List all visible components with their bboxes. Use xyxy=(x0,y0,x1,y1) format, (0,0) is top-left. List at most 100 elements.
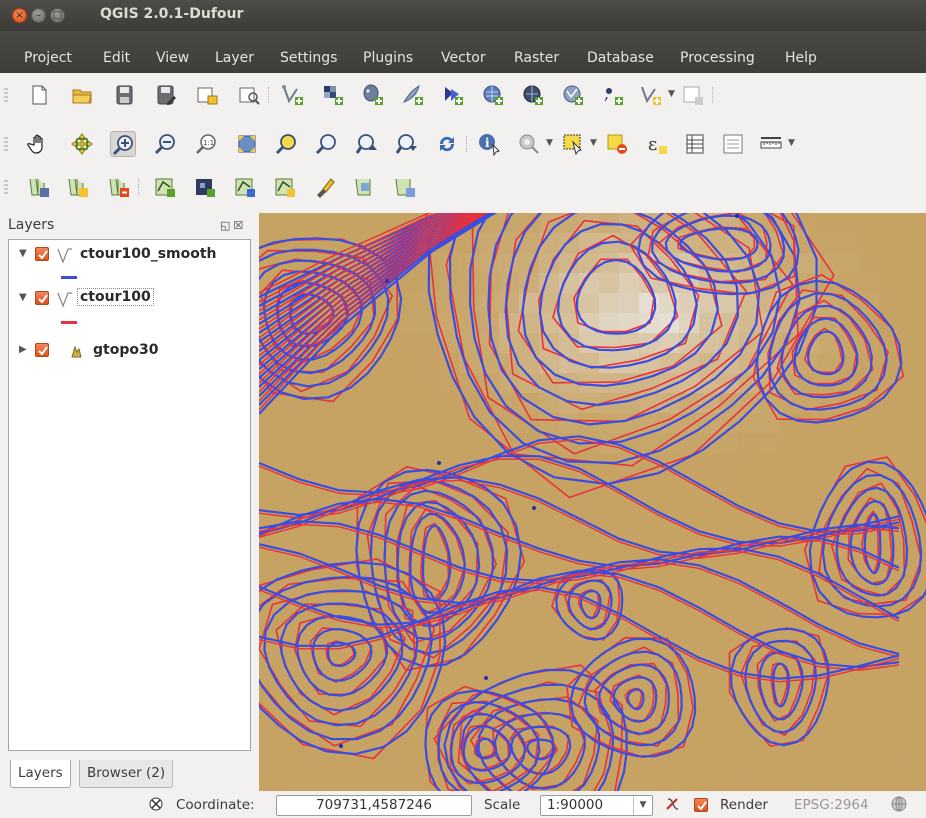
save-edits-icon[interactable] xyxy=(272,174,298,200)
raster-cell xyxy=(639,593,659,613)
raster-cell xyxy=(379,453,399,473)
layer-item-gtopo30[interactable]: ▶ gtopo30 xyxy=(9,340,249,362)
run-action-icon[interactable] xyxy=(516,131,542,157)
layer-name-editing[interactable]: ctour100 xyxy=(77,288,154,306)
float-panel-icon[interactable]: ◱ xyxy=(220,219,233,232)
add-layer-group-icon[interactable] xyxy=(26,174,52,200)
select-dropdown-arrow[interactable]: ▼ xyxy=(590,138,597,148)
zoom-actual-size-icon[interactable]: 1:1 xyxy=(194,131,220,157)
remove-layer-icon[interactable] xyxy=(106,174,132,200)
pan-to-selection-icon[interactable] xyxy=(69,131,95,157)
field-calculator-icon[interactable]: ε xyxy=(644,131,670,157)
raster-cell xyxy=(719,713,739,733)
menu-help[interactable]: Help xyxy=(785,50,817,66)
layer-visibility-checkbox[interactable] xyxy=(35,291,49,305)
menu-database[interactable]: Database xyxy=(587,50,654,66)
edit-layer-icon[interactable] xyxy=(192,174,218,200)
collapse-arrow-icon[interactable]: ▼ xyxy=(19,292,27,303)
menu-project[interactable]: Project xyxy=(24,50,72,66)
raster-cell xyxy=(759,433,779,453)
toolbar-grip[interactable] xyxy=(4,88,8,102)
new-shapefile-icon[interactable] xyxy=(638,82,664,108)
crs-globe-icon[interactable] xyxy=(890,795,908,817)
coordinate-field[interactable]: 709731,4587246 xyxy=(276,795,472,816)
collapse-arrow-icon[interactable]: ▼ xyxy=(19,248,27,259)
menu-processing[interactable]: Processing xyxy=(680,50,755,66)
composer-manager-icon[interactable] xyxy=(236,82,262,108)
add-raster-layer-icon[interactable] xyxy=(320,82,346,108)
pan-icon[interactable] xyxy=(26,131,52,157)
layer-item-ctour100[interactable]: ▼ ctour100 xyxy=(9,288,249,310)
georeferencer-icon[interactable] xyxy=(392,174,418,200)
raster-cell xyxy=(739,433,759,453)
menu-edit[interactable]: Edit xyxy=(103,50,130,66)
add-mssql-layer-icon[interactable] xyxy=(440,82,466,108)
menu-raster[interactable]: Raster xyxy=(514,50,559,66)
minimize-window-button[interactable]: – xyxy=(31,8,46,23)
raster-cell xyxy=(859,213,879,233)
zoom-to-selection-icon[interactable] xyxy=(274,131,300,157)
zoom-next-icon[interactable] xyxy=(394,131,420,157)
menu-settings[interactable]: Settings xyxy=(280,50,337,66)
add-wfs-layer-icon[interactable] xyxy=(560,82,586,108)
refresh-icon[interactable] xyxy=(434,131,460,157)
chevron-down-icon[interactable]: ▼ xyxy=(633,796,652,815)
crs-label[interactable]: EPSG:2964 xyxy=(794,797,869,813)
add-layer-icon[interactable] xyxy=(65,174,91,200)
close-window-button[interactable]: × xyxy=(12,8,27,23)
stop-render-icon[interactable] xyxy=(664,796,680,816)
raster-cell xyxy=(839,693,859,713)
new-project-icon[interactable] xyxy=(26,82,52,108)
attribute-table-icon[interactable] xyxy=(682,131,708,157)
close-panel-icon[interactable]: ☒ xyxy=(233,219,246,232)
zoom-out-icon[interactable] xyxy=(153,131,179,157)
new-print-composer-icon[interactable] xyxy=(194,82,220,108)
layer-item-ctour100-smooth[interactable]: ▼ ctour100_smooth xyxy=(9,244,249,266)
scale-combobox[interactable]: 1:90000 ▼ xyxy=(540,795,653,816)
save-project-icon[interactable] xyxy=(111,82,137,108)
expand-arrow-icon[interactable]: ▶ xyxy=(19,344,27,355)
add-postgis-layer-icon[interactable] xyxy=(360,82,386,108)
add-wms-layer-icon[interactable] xyxy=(480,82,506,108)
action-dropdown-arrow[interactable]: ▼ xyxy=(546,138,553,148)
add-delimited-text-icon[interactable]: , xyxy=(600,82,626,108)
maximize-window-button[interactable]: □ xyxy=(50,8,65,23)
zoom-in-icon[interactable] xyxy=(110,131,136,157)
tab-layers[interactable]: Layers xyxy=(10,760,71,788)
layer-visibility-checkbox[interactable] xyxy=(35,247,49,261)
map-canvas[interactable] xyxy=(259,213,926,791)
toolbar-grip[interactable] xyxy=(4,180,8,194)
add-spatialite-layer-icon[interactable] xyxy=(400,82,426,108)
save-as-icon[interactable] xyxy=(153,82,179,108)
add-vector-layer-icon[interactable] xyxy=(280,82,306,108)
raster-calculator-icon[interactable] xyxy=(352,174,378,200)
toolbar-grip[interactable] xyxy=(4,137,8,151)
identify-icon[interactable]: i xyxy=(476,131,502,157)
coordinate-toggle-icon[interactable] xyxy=(148,796,164,816)
layer-visibility-checkbox[interactable] xyxy=(35,343,49,357)
raster-cell xyxy=(359,373,379,393)
new-layer-dropdown-arrow[interactable]: ▼ xyxy=(668,89,675,99)
new-temporary-layer-icon[interactable] xyxy=(680,82,706,108)
tab-browser[interactable]: Browser (2) xyxy=(79,760,174,788)
menu-vector[interactable]: Vector xyxy=(441,50,486,66)
zoom-full-icon[interactable] xyxy=(234,131,260,157)
menu-view[interactable]: View xyxy=(156,50,189,66)
toggle-editing-icon[interactable] xyxy=(232,174,258,200)
new-vector-layer-icon[interactable] xyxy=(152,174,178,200)
digitize-icon[interactable] xyxy=(312,174,338,200)
add-wcs-layer-icon[interactable] xyxy=(520,82,546,108)
menu-plugins[interactable]: Plugins xyxy=(363,50,413,66)
open-project-icon[interactable] xyxy=(69,82,95,108)
zoom-last-icon[interactable] xyxy=(354,131,380,157)
deselect-icon[interactable] xyxy=(604,131,630,157)
menu-layer[interactable]: Layer xyxy=(215,50,254,66)
measure-line-icon[interactable] xyxy=(758,131,784,157)
raster-cell xyxy=(599,373,619,393)
zoom-to-layer-icon[interactable] xyxy=(314,131,340,157)
raster-cell xyxy=(279,433,299,453)
statistical-summary-icon[interactable] xyxy=(720,131,746,157)
measure-dropdown-arrow[interactable]: ▼ xyxy=(788,138,795,148)
select-features-icon[interactable] xyxy=(560,131,586,157)
render-checkbox[interactable] xyxy=(694,798,708,812)
